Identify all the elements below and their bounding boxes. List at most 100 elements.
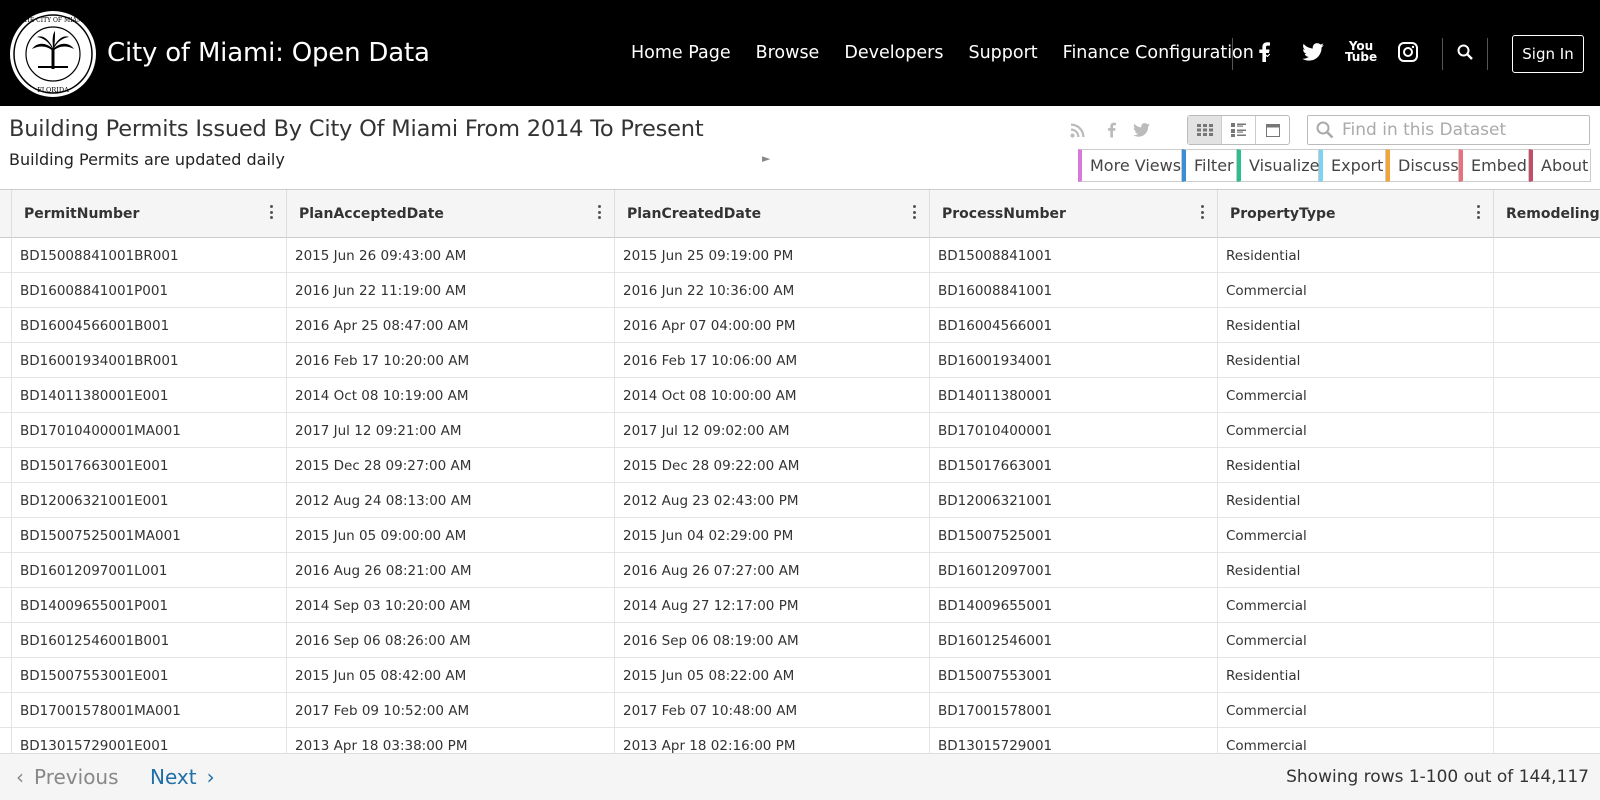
nav-divider [1487,38,1488,70]
column-menu-icon[interactable] [913,205,917,221]
column-menu-icon[interactable] [1477,205,1481,221]
export-button[interactable]: Export [1319,149,1386,182]
about-button[interactable]: About [1529,149,1591,182]
twitter-share-icon[interactable] [1131,120,1151,140]
column-menu-icon[interactable] [598,205,602,221]
facebook-icon[interactable] [1252,40,1276,64]
expand-description-icon[interactable]: ► [762,152,770,165]
cell-process-number: BD14011380001 [930,378,1218,413]
cell-process-number: BD15007525001 [930,518,1218,553]
row-select-cell[interactable] [0,553,12,588]
row-select-cell[interactable] [0,518,12,553]
facebook-share-icon[interactable] [1101,120,1121,140]
table-row[interactable]: BD14011380001E001 2014 Oct 08 10:19:00 AM… [0,378,1600,413]
row-select-cell[interactable] [0,448,12,483]
cell-property-type: Residential [1218,343,1494,378]
search-icon[interactable] [1453,40,1477,64]
column-header-label: PlanCreatedDate [627,206,762,222]
sign-in-button[interactable]: Sign In [1512,35,1584,73]
row-select-cell[interactable] [0,308,12,343]
row-select-cell[interactable] [0,378,12,413]
table-row[interactable]: BD12006321001E001 2012 Aug 24 08:13:00 AM… [0,483,1600,518]
row-select-cell[interactable] [0,658,12,693]
cell-plan-created-date: 2017 Jul 12 09:02:00 AM [615,413,930,448]
discuss-button[interactable]: Discuss [1386,149,1459,182]
page-view-icon[interactable] [1256,116,1289,144]
cell-remodeling-co [1494,728,1600,753]
row-select-cell[interactable] [0,588,12,623]
column-header-property-type[interactable]: PropertyType [1218,190,1494,238]
table-row[interactable]: BD17010400001MA001 2017 Jul 12 09:21:00 A… [0,413,1600,448]
row-select-cell[interactable] [0,343,12,378]
nav-home-page[interactable]: Home Page [631,43,731,63]
cell-permit-number: BD13015729001E001 [12,728,287,753]
nav-support[interactable]: Support [968,43,1037,63]
next-page-button[interactable]: Next › [150,765,215,789]
column-header-remodeling-co[interactable]: RemodelingCo [1494,190,1600,238]
cell-process-number: BD15017663001 [930,448,1218,483]
rss-icon[interactable] [1068,120,1088,140]
cell-remodeling-co [1494,273,1600,308]
cell-property-type: Residential [1218,553,1494,588]
table-row[interactable]: BD15008841001BR001 2015 Jun 26 09:43:00 A… [0,238,1600,273]
chevron-right-icon: › [206,765,215,789]
table-row[interactable]: BD17001578001MA001 2017 Feb 09 10:52:00 A… [0,693,1600,728]
cell-remodeling-co [1494,448,1600,483]
instagram-icon[interactable] [1396,40,1420,64]
youtube-icon[interactable]: You Tube [1344,40,1378,64]
column-menu-icon[interactable] [1201,205,1205,221]
column-header-plan-created-date[interactable]: PlanCreatedDate [615,190,930,238]
city-seal-logo[interactable]: THE CITY OF MIAMI FLORIDA [10,11,96,97]
cell-process-number: BD16012097001 [930,553,1218,588]
grid-view-icon[interactable] [1188,116,1222,144]
cell-process-number: BD12006321001 [930,483,1218,518]
site-title[interactable]: City of Miami: Open Data [107,38,430,68]
row-select-cell[interactable] [0,623,12,658]
table-row[interactable]: BD15007525001MA001 2015 Jun 05 09:00:00 A… [0,518,1600,553]
filter-button[interactable]: Filter [1182,149,1237,182]
row-select-cell[interactable] [0,693,12,728]
youtube-icon-text-bottom: Tube [1344,50,1378,64]
dataset-title: Building Permits Issued By City Of Miami… [9,116,704,142]
cell-permit-number: BD17010400001MA001 [12,413,287,448]
row-select-cell[interactable] [0,483,12,518]
dataset-search-input[interactable] [1342,120,1582,140]
cell-remodeling-co [1494,308,1600,343]
svg-text:FLORIDA: FLORIDA [37,86,69,94]
dataset-search [1307,115,1590,145]
row-count-info: Showing rows 1-100 out of 144,117 [1286,767,1589,787]
table-row[interactable]: BD15007553001E001 2015 Jun 05 08:42:00 AM… [0,658,1600,693]
nav-finance-configuration[interactable]: Finance Configuration ⌄ [1063,43,1273,63]
cell-property-type: Commercial [1218,623,1494,658]
column-header-permit-number[interactable]: PermitNumber [12,190,287,238]
table-row[interactable]: BD16012546001B001 2016 Sep 06 08:26:00 AM… [0,623,1600,658]
cell-property-type: Commercial [1218,413,1494,448]
table-row[interactable]: BD16012097001L001 2016 Aug 26 08:21:00 AM… [0,553,1600,588]
nav-browse[interactable]: Browse [756,43,820,63]
chevron-left-icon: ‹ [16,765,24,789]
column-menu-icon[interactable] [270,205,274,221]
more-views-button[interactable]: More Views [1078,149,1182,182]
list-view-icon[interactable] [1222,116,1256,144]
nav-developers[interactable]: Developers [844,43,943,63]
table-row[interactable]: BD16008841001P001 2016 Jun 22 11:19:00 AM… [0,273,1600,308]
row-select-cell[interactable] [0,728,12,753]
previous-page-button[interactable]: ‹ Previous [16,765,119,789]
table-row[interactable]: BD15017663001E001 2015 Dec 28 09:27:00 AM… [0,448,1600,483]
table-row[interactable]: BD16001934001BR001 2016 Feb 17 10:20:00 A… [0,343,1600,378]
cell-permit-number: BD14009655001P001 [12,588,287,623]
row-select-cell[interactable] [0,238,12,273]
table-row[interactable]: BD13015729001E001 2013 Apr 18 03:38:00 PM… [0,728,1600,753]
column-header-process-number[interactable]: ProcessNumber [930,190,1218,238]
twitter-icon[interactable] [1301,40,1325,64]
column-header-plan-accepted-date[interactable]: PlanAcceptedDate [287,190,615,238]
cell-plan-accepted-date: 2017 Jul 12 09:21:00 AM [287,413,615,448]
row-select-cell[interactable] [0,413,12,448]
table-row[interactable]: BD16004566001B001 2016 Apr 25 08:47:00 AM… [0,308,1600,343]
cell-permit-number: BD17001578001MA001 [12,693,287,728]
cell-plan-created-date: 2016 Apr 07 04:00:00 PM [615,308,930,343]
row-select-cell[interactable] [0,273,12,308]
table-row[interactable]: BD14009655001P001 2014 Sep 03 10:20:00 AM… [0,588,1600,623]
visualize-button[interactable]: Visualize [1237,149,1319,182]
embed-button[interactable]: Embed [1459,149,1529,182]
